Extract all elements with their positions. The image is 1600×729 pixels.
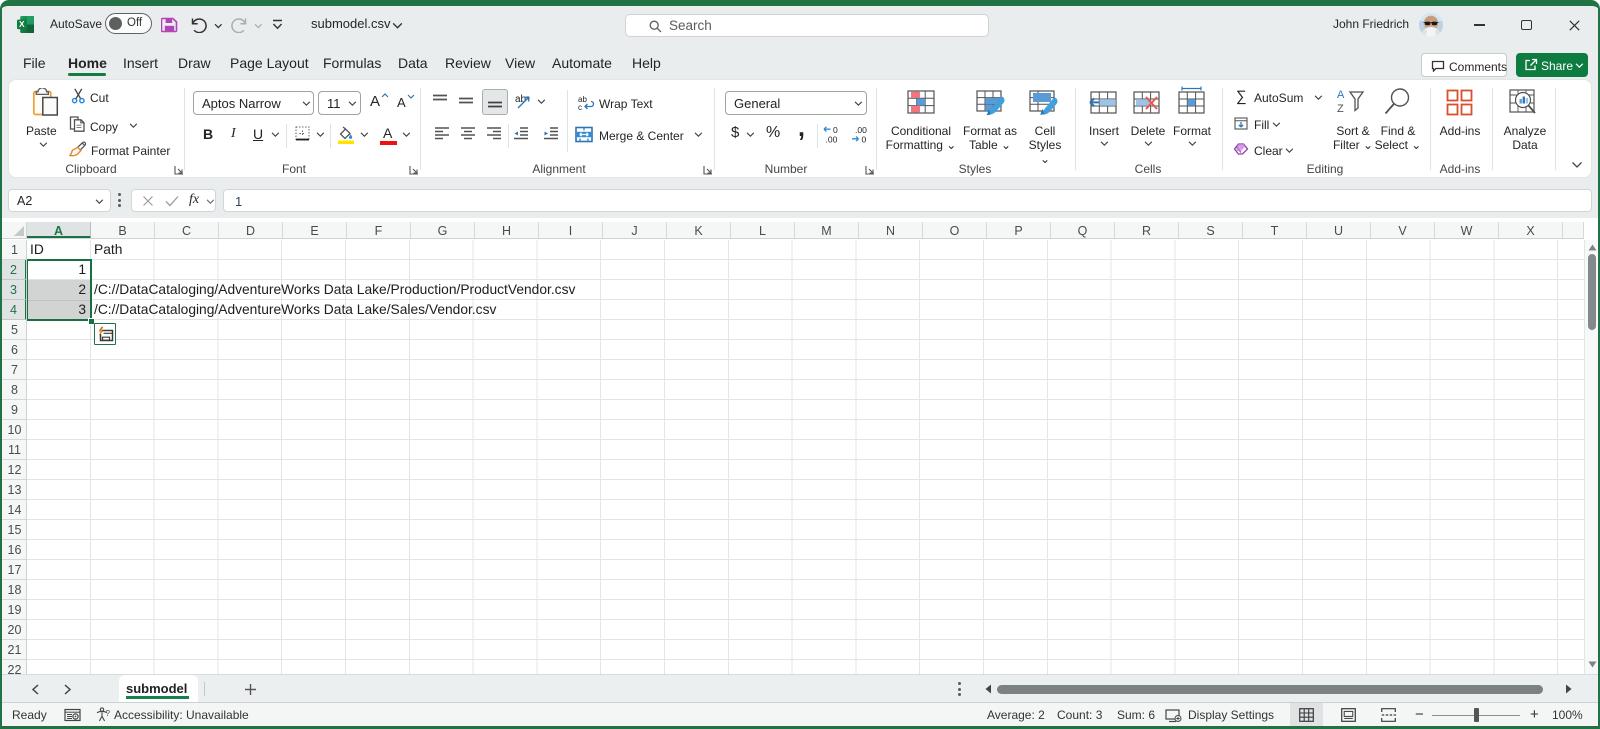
svg-text:X: X bbox=[19, 19, 25, 29]
svg-text:.00: .00 bbox=[855, 125, 867, 135]
svg-text:c: c bbox=[578, 103, 582, 111]
svg-text:ab: ab bbox=[515, 94, 527, 105]
svg-text:0: 0 bbox=[862, 135, 867, 145]
svg-text:Z: Z bbox=[1337, 103, 1344, 115]
svg-text:?: ? bbox=[106, 709, 111, 718]
svg-text:0: 0 bbox=[833, 125, 838, 135]
svg-text:.00: .00 bbox=[826, 135, 838, 145]
svg-text:A: A bbox=[1337, 89, 1345, 101]
